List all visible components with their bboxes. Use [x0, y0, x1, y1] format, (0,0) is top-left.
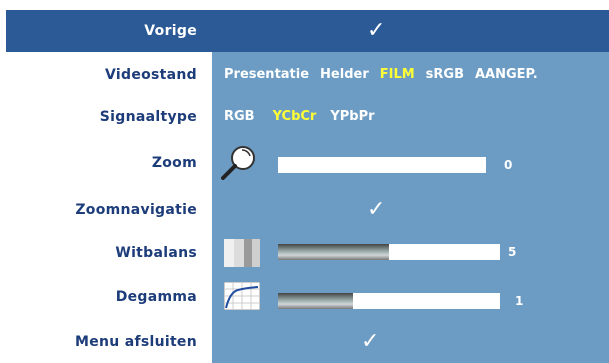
- menu-label-exit: Menu afsluiten: [74, 334, 197, 350]
- zoom-value: 0: [504, 158, 513, 172]
- menu-label-signaltype: Signaaltype: [99, 109, 197, 125]
- videomode-option-aangep[interactable]: AANGEP.: [475, 54, 538, 96]
- osd-menu: Vorige ✓ Videostand Presentatie Helder FIL…: [6, 10, 609, 363]
- degamma-slider[interactable]: [278, 293, 500, 309]
- videomode-option-srgb[interactable]: sRGB: [426, 54, 464, 96]
- whitebalance-slider-fill: [278, 244, 389, 260]
- whitebalance-slider[interactable]: [278, 244, 500, 260]
- check-icon: ✓: [361, 329, 380, 354]
- signaltype-option-ycbcr[interactable]: YCbCr: [273, 96, 317, 138]
- menu-label-whitebalance: Witbalans: [115, 245, 197, 261]
- menu-item-videomode[interactable]: Videostand Presentatie Helder FILM sRGB AANG…: [6, 54, 609, 96]
- white-balance-icon: [224, 239, 260, 267]
- menu-item-whitebalance[interactable]: Witbalans 5: [6, 232, 609, 274]
- signaltype-options: RGB YCbCr YPbPr: [224, 96, 386, 138]
- menu-item-zoomnav[interactable]: Zoomnavigatie ✓: [6, 189, 609, 231]
- videomode-options: Presentatie Helder FILM sRGB AANGEP.: [224, 54, 538, 96]
- degamma-curve-icon: [224, 282, 260, 310]
- menu-item-signaltype[interactable]: Signaaltype RGB YCbCr YPbPr: [6, 96, 609, 138]
- check-icon: ✓: [367, 18, 386, 43]
- zoom-slider[interactable]: [278, 157, 486, 173]
- menu-label-degamma: Degamma: [115, 289, 197, 305]
- videomode-option-helder[interactable]: Helder: [320, 54, 369, 96]
- menu-item-degamma[interactable]: Degamma 1: [6, 276, 609, 318]
- whitebalance-value: 5: [508, 245, 517, 259]
- videomode-option-presentatie[interactable]: Presentatie: [224, 54, 309, 96]
- menu-label-videomode: Videostand: [105, 67, 197, 83]
- signaltype-option-rgb[interactable]: RGB: [224, 96, 255, 138]
- magnifier-icon: [221, 146, 255, 180]
- degamma-value: 1: [515, 294, 524, 308]
- menu-label-zoomnav: Zoomnavigatie: [75, 202, 197, 218]
- menu-item-back[interactable]: Vorige ✓: [6, 10, 609, 52]
- menu-item-exit[interactable]: Menu afsluiten ✓: [6, 321, 609, 363]
- menu-label-zoom: Zoom: [151, 155, 197, 171]
- menu-item-zoom[interactable]: Zoom 0: [6, 142, 609, 184]
- degamma-slider-fill: [278, 293, 354, 309]
- signaltype-option-ypbpr[interactable]: YPbPr: [330, 96, 374, 138]
- menu-label-back: Vorige: [144, 23, 197, 39]
- check-icon: ✓: [367, 197, 386, 222]
- videomode-option-film[interactable]: FILM: [380, 54, 415, 96]
